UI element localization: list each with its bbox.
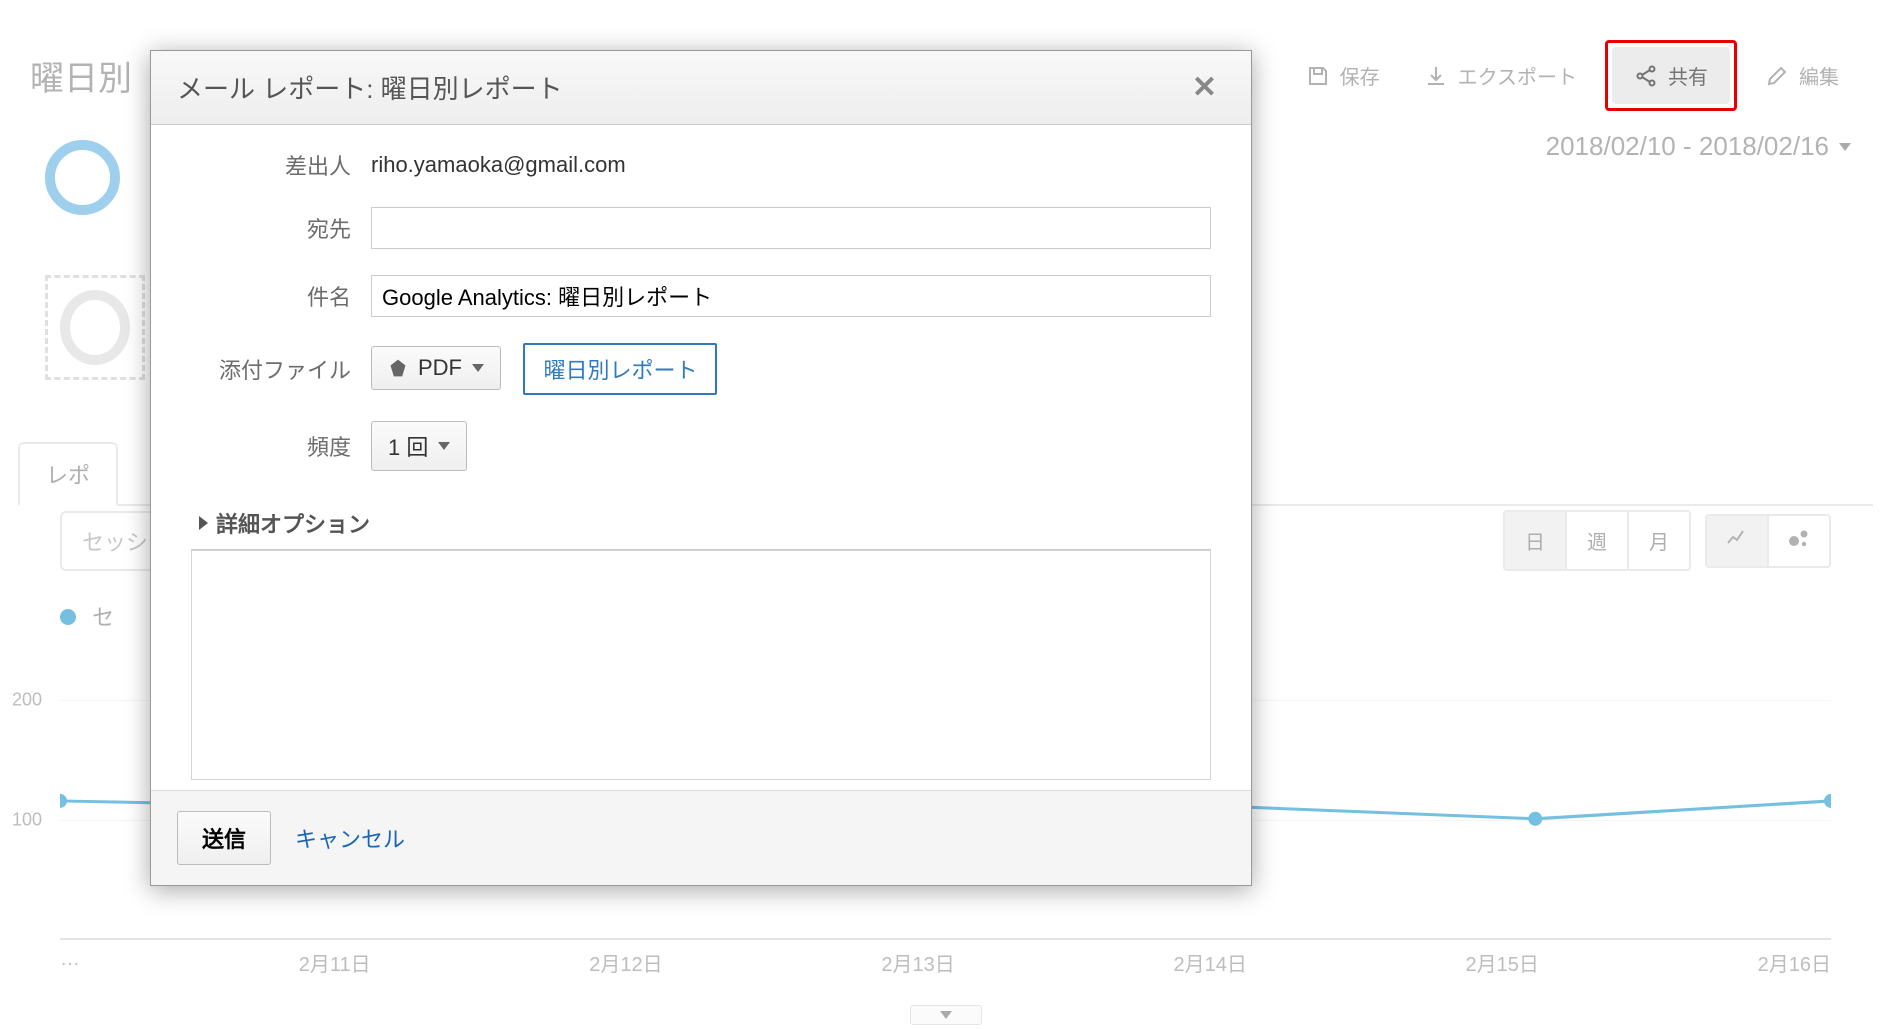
analytics-page: 曜日別 保存 エクスポート 共有 編集 2018/02/10 - 2018/02… [0,0,1891,1029]
x-tick: 2月13日 [881,948,954,977]
date-range-text: 2018/02/10 - 2018/02/16 [1546,131,1829,162]
share-button[interactable]: 共有 [1612,47,1730,104]
from-value: riho.yamaoka@gmail.com [371,152,1211,178]
chart-type-line[interactable] [1707,516,1769,566]
dialog-header: メール レポート: 曜日別レポート ✕ [151,51,1251,125]
x-tick: 2月16日 [1758,948,1831,977]
edit-label: 編集 [1799,61,1839,90]
chevron-down-icon [1839,143,1851,151]
attachment-format-select[interactable]: PDF [371,346,501,390]
chevron-down-icon [472,364,484,372]
x-tick-more: … [60,948,80,977]
period-week[interactable]: 週 [1567,512,1629,569]
x-tick: 2月15日 [1466,948,1539,977]
share-icon [1634,64,1658,88]
export-button[interactable]: エクスポート [1402,47,1599,104]
bubble-chart-icon [1787,526,1811,550]
legend-label: セ [92,605,114,630]
subject-input[interactable] [371,275,1211,317]
chevron-down-icon [940,1011,952,1019]
send-button[interactable]: 送信 [177,811,271,865]
export-label: エクスポート [1458,61,1577,90]
subject-label: 件名 [191,280,351,312]
caret-right-icon [199,516,208,530]
y-tick-100: 100 [12,810,42,831]
edit-button[interactable]: 編集 [1743,47,1861,104]
page-title: 曜日別 [30,51,132,100]
attachment-format-label: PDF [418,355,462,381]
x-tick: 2月11日 [299,948,371,977]
attachment-label: 添付ファイル [191,353,351,385]
period-month[interactable]: 月 [1629,512,1689,569]
advanced-options-toggle[interactable]: 詳細オプション [191,497,1211,550]
download-icon [1424,64,1448,88]
period-day[interactable]: 日 [1505,512,1567,569]
legend-dot-icon [60,609,76,625]
frequency-value: 1 回 [388,430,428,462]
frequency-select[interactable]: 1 回 [371,421,467,471]
dialog-title: メール レポート: 曜日別レポート [177,69,563,106]
to-label: 宛先 [191,212,351,244]
from-label: 差出人 [191,149,351,181]
chart-type-motion[interactable] [1769,516,1829,566]
save-icon [1306,64,1330,88]
metric-selector-label: セッシ [82,530,148,555]
x-axis: … 2月11日 2月12日 2月13日 2月14日 2月15日 2月16日 [60,940,1831,977]
metric-tiles [45,140,145,380]
metric-add-box[interactable] [45,275,145,380]
line-chart-icon [1725,526,1749,550]
close-icon: ✕ [1192,71,1217,104]
email-report-dialog: メール レポート: 曜日別レポート ✕ 差出人 riho.yamaoka@gma… [150,50,1252,886]
save-label: 保存 [1340,61,1380,90]
x-tick: 2月14日 [1173,948,1246,977]
chart-type-toggle [1705,514,1831,568]
dialog-footer: 送信 キャンセル [151,790,1251,885]
advanced-options-label: 詳細オプション [216,507,370,539]
share-label: 共有 [1668,61,1708,90]
pdf-icon [388,358,408,378]
message-body-input[interactable] [191,550,1211,780]
tab-report-label: レポ [46,463,90,488]
share-highlight: 共有 [1605,40,1737,111]
to-input[interactable] [371,207,1211,249]
y-tick-200: 200 [12,690,42,711]
metric-donut-placeholder [60,290,130,365]
close-button[interactable]: ✕ [1184,70,1225,105]
attachment-chip[interactable]: 曜日別レポート [523,343,717,395]
x-tick: 2月12日 [589,948,662,977]
dialog-body: 差出人 riho.yamaoka@gmail.com 宛先 件名 添付ファイル … [151,125,1251,790]
metric-donut-1[interactable] [45,140,120,215]
chevron-down-icon [438,442,450,450]
tab-report[interactable]: レポ [18,442,118,506]
period-toggle: 日 週 月 [1503,510,1691,571]
save-button[interactable]: 保存 [1284,47,1402,104]
cancel-link[interactable]: キャンセル [295,822,405,854]
frequency-label: 頻度 [191,430,351,462]
expand-handle[interactable] [910,1005,982,1025]
pencil-icon [1765,64,1789,88]
